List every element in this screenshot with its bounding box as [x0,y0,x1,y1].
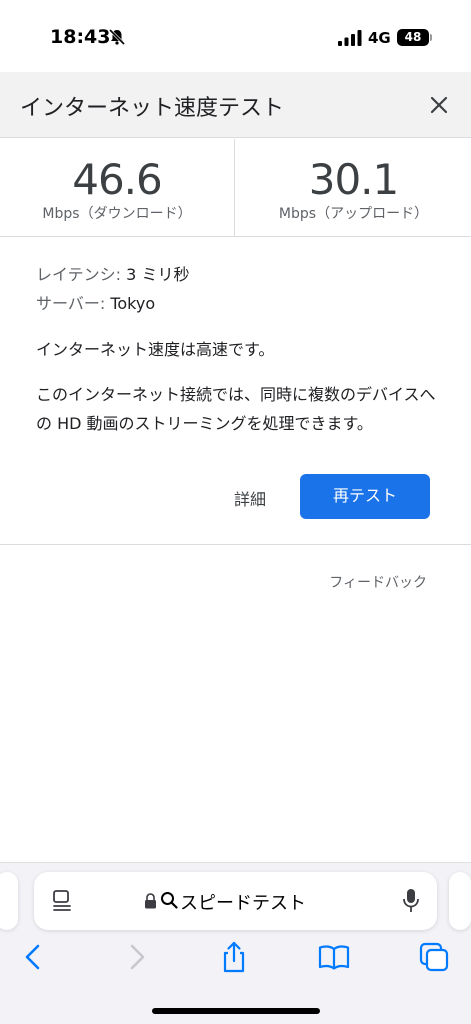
download-unit: Mbps（ダウンロード） [42,206,192,222]
card-header: インターネット速度テスト [0,72,471,138]
upload-value: 30.1 [308,155,400,204]
back-button[interactable] [17,940,51,974]
close-icon[interactable] [426,92,452,118]
address-text[interactable]: スピードテスト [180,889,306,915]
previous-tab-preview[interactable] [0,872,18,930]
tabs-button[interactable] [417,940,451,974]
retest-button[interactable]: 再テスト [300,474,430,519]
feedback-link[interactable]: フィードバック [329,572,427,592]
server-row: サーバー: Tokyo [36,289,436,318]
battery-indicator: 48 [397,29,432,46]
server-label: サーバー: [36,294,106,313]
latency-row: レイテンシ: 3 ミリ秒 [36,260,436,289]
divider [0,544,471,545]
forward-button[interactable] [119,940,153,974]
speed-description: このインターネット接続では、同時に複数のデバイスへの HD 動画のストリーミング… [36,385,436,433]
bell-slash-icon [108,28,126,46]
reader-icon[interactable] [51,889,73,913]
share-icon [223,941,245,973]
forward-icon [130,944,145,970]
home-indicator[interactable] [152,1008,320,1014]
search-icon [161,892,178,909]
next-tab-preview[interactable] [449,872,471,930]
download-result: 46.6 Mbps（ダウンロード） [0,139,235,237]
network-label: 4G [368,29,391,47]
upload-result: 30.1 Mbps（アップロード） [236,139,471,237]
tabs-icon [419,942,449,972]
status-bar: 18:43 4G 48 [0,0,471,72]
signal-icon [338,30,362,46]
address-bar[interactable]: スピードテスト [34,872,437,930]
server-value: Tokyo [110,294,156,313]
latency-value: 3 ミリ秒 [126,265,190,284]
back-icon [25,944,40,970]
bookmarks-icon [318,945,350,970]
speed-summary: インターネット速度は高速です。 [36,340,275,359]
test-info: レイテンシ: 3 ミリ秒 サーバー: Tokyo インターネット速度は高速です。… [36,260,436,438]
mic-icon[interactable] [402,888,420,914]
download-value: 46.6 [72,155,163,204]
speed-results: 46.6 Mbps（ダウンロード） 30.1 Mbps（アップロード） [0,139,471,237]
latency-label: レイテンシ: [36,265,122,284]
share-button[interactable] [217,940,251,974]
bookmarks-button[interactable] [317,940,351,974]
page-title: インターネット速度テスト [20,96,285,121]
upload-unit: Mbps（アップロード） [278,206,429,222]
lock-icon [145,893,156,909]
status-time: 18:43 [50,26,111,48]
details-button[interactable]: 詳細 [234,486,266,510]
